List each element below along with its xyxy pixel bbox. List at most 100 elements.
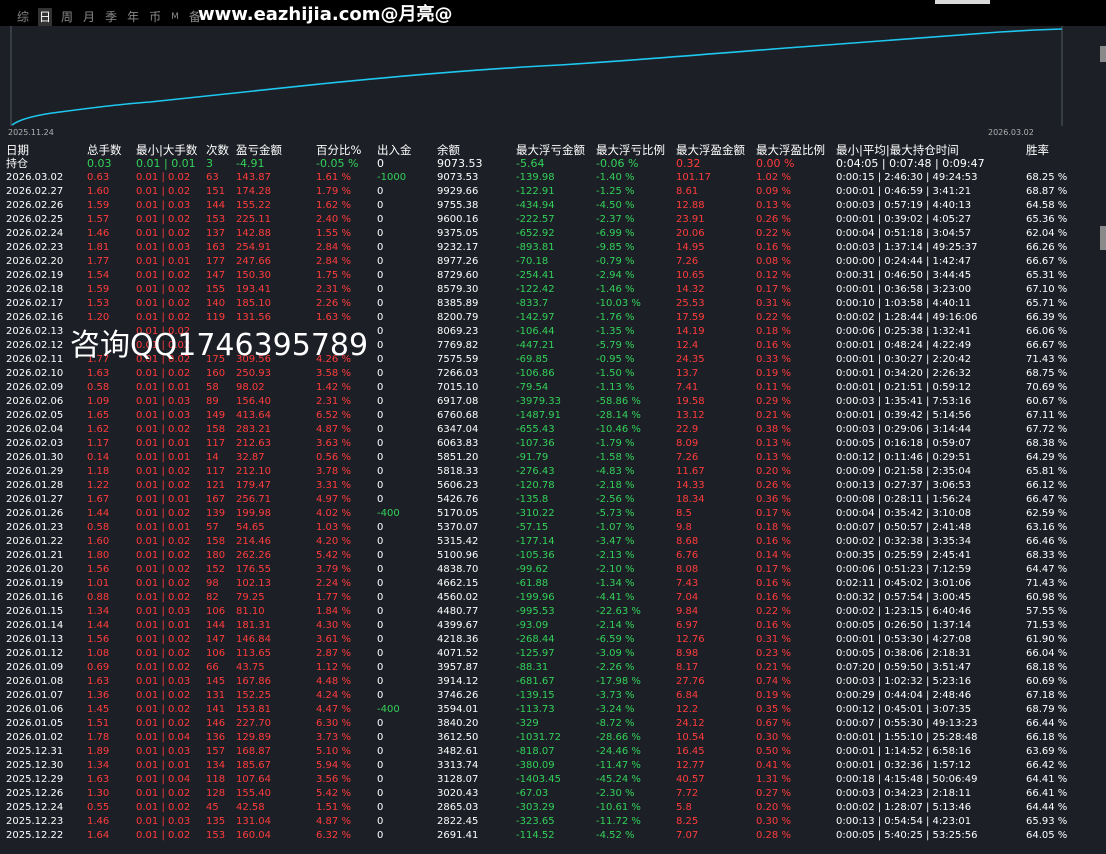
table-row[interactable]: 2026.01.14 1.44 0.01 | 0.01 144 181.31 4.30 %… — [0, 619, 1100, 633]
table-row[interactable]: 2026.01.15 1.34 0.01 | 0.03 106 81.10 1.84 % 0… — [0, 605, 1100, 619]
table-row[interactable]: 2026.01.05 1.51 0.01 | 0.02 146 227.70 6.30 %… — [0, 717, 1100, 731]
cell-min-max-lots: 0.01 | 0.01 — [136, 620, 191, 631]
period-tab[interactable]: M — [170, 8, 180, 26]
cell-min-max-lots: 0.01 | 0.02 — [136, 214, 191, 225]
table-row[interactable]: 2026.01.30 0.14 0.01 | 0.01 14 32.87 0.56 % 0 5… — [0, 451, 1100, 465]
cell-max-float-loss: -79.54 — [516, 382, 549, 393]
header-max-float-profit[interactable]: 最大浮盈金额 — [676, 143, 745, 157]
cell-date: 2026.01.22 — [6, 536, 64, 547]
table-row[interactable]: 2026.01.27 1.67 0.01 | 0.01 167 256.71 4.97 %… — [0, 493, 1100, 507]
table-row[interactable]: 2026.01.20 1.56 0.01 | 0.02 152 176.55 3.79 %… — [0, 563, 1100, 577]
cell-profit-loss: 185.67 — [236, 760, 271, 771]
cell-max-float-profit: 14.33 — [676, 480, 705, 491]
cell-max-float-profit-pct: 0.16 % — [756, 578, 791, 589]
cell-total-lots: 1.63 — [87, 774, 110, 785]
cell-deposit-withdraw: 0 — [377, 620, 384, 631]
table-row[interactable]: 2026.01.26 1.44 0.01 | 0.02 139 199.98 4.02 %… — [0, 507, 1100, 521]
table-row[interactable]: 2026.01.16 0.88 0.01 | 0.02 82 79.25 1.77 % 0 4… — [0, 591, 1100, 605]
cell-deposit-withdraw: 0 — [377, 214, 384, 225]
table-row[interactable]: 2025.12.22 1.64 0.01 | 0.02 153 160.04 6.32 %… — [0, 829, 1100, 843]
cell-max-float-loss: -3979.33 — [516, 396, 561, 407]
period-tab[interactable]: 年 — [126, 8, 140, 26]
table-row[interactable]: 2026.02.10 1.63 0.01 | 0.02 160 250.93 3.58 %… — [0, 367, 1100, 381]
cell-max-float-loss-pct: -1.46 % — [596, 284, 635, 295]
cell-count: 177 — [206, 256, 226, 267]
header-date[interactable]: 日期 — [6, 143, 29, 157]
table-row[interactable]: 2025.12.29 1.63 0.01 | 0.04 118 107.64 3.56 %… — [0, 773, 1100, 787]
holding-balance: 9073.53 — [437, 157, 483, 170]
table-row[interactable]: 2026.01.19 1.01 0.01 | 0.02 98 102.13 2.24 % 0… — [0, 577, 1100, 591]
cell-date: 2026.02.20 — [6, 256, 64, 267]
table-row[interactable]: 2026.02.26 1.59 0.01 | 0.03 144 155.22 1.62 %… — [0, 199, 1100, 213]
period-tab[interactable]: 季 — [104, 8, 118, 26]
cell-hold-time: 0:02:11 | 0:45:02 | 3:01:06 — [836, 578, 972, 589]
table-row[interactable]: 2026.02.27 1.60 0.01 | 0.02 151 174.28 1.79 %… — [0, 185, 1100, 199]
header-max-float-loss-pct[interactable]: 最大浮亏比例 — [596, 143, 665, 157]
period-tab[interactable]: 币 — [148, 8, 162, 26]
header-balance[interactable]: 余额 — [437, 143, 460, 157]
header-hold-time[interactable]: 最小|平均|最大持仓时间 — [836, 143, 959, 157]
table-row[interactable]: 2026.01.28 1.22 0.01 | 0.02 121 179.47 3.31 %… — [0, 479, 1100, 493]
table-row[interactable]: 2026.02.18 1.59 0.01 | 0.02 155 193.41 2.31 %… — [0, 283, 1100, 297]
table-row[interactable]: 2026.01.06 1.45 0.01 | 0.02 141 153.81 4.47 %… — [0, 703, 1100, 717]
cell-count: 137 — [206, 228, 226, 239]
table-row[interactable]: 2026.01.29 1.18 0.01 | 0.02 117 212.10 3.78 %… — [0, 465, 1100, 479]
table-row[interactable]: 2026.02.03 1.17 0.01 | 0.01 117 212.63 3.63 %… — [0, 437, 1100, 451]
cell-hold-time: 0:00:01 | 0:39:42 | 5:14:56 — [836, 410, 972, 421]
cell-max-float-profit: 14.95 — [676, 242, 705, 253]
table-row[interactable]: 2026.02.06 1.09 0.01 | 0.03 89 156.40 2.31 % 0… — [0, 395, 1100, 409]
cell-total-lots: 1.89 — [87, 746, 110, 757]
header-max-float-loss[interactable]: 最大浮亏金额 — [516, 143, 585, 157]
cell-max-float-profit: 8.68 — [676, 536, 699, 547]
header-total-lots[interactable]: 总手数 — [87, 143, 122, 157]
table-row[interactable]: 2026.01.23 0.58 0.01 | 0.01 57 54.65 1.03 % 0 5… — [0, 521, 1100, 535]
header-percent[interactable]: 百分比% — [316, 143, 361, 157]
period-tab[interactable]: 综 — [16, 8, 30, 26]
header-win-rate[interactable]: 胜率 — [1026, 143, 1049, 157]
cell-max-float-profit: 40.57 — [676, 774, 705, 785]
cell-max-float-profit: 7.07 — [676, 830, 699, 841]
header-deposit-withdraw[interactable]: 出入金 — [377, 143, 412, 157]
header-profit-loss[interactable]: 盈亏金额 — [236, 143, 282, 157]
table-row[interactable]: 2026.01.09 0.69 0.01 | 0.02 66 43.75 1.12 % 0 3… — [0, 661, 1100, 675]
table-row[interactable]: 2026.01.22 1.60 0.01 | 0.02 158 214.46 4.20 %… — [0, 535, 1100, 549]
table-row[interactable]: 2026.02.19 1.54 0.01 | 0.02 147 150.30 1.75 %… — [0, 269, 1100, 283]
header-max-float-profit-pct[interactable]: 最大浮盈比例 — [756, 143, 825, 157]
table-row[interactable]: 2026.01.02 1.78 0.01 | 0.04 136 129.89 3.73 %… — [0, 731, 1100, 745]
cell-total-lots: 1.46 — [87, 228, 110, 239]
period-tab[interactable]: 周 — [60, 8, 74, 26]
cell-max-float-profit: 27.76 — [676, 676, 705, 687]
header-count[interactable]: 次数 — [206, 143, 229, 157]
cell-total-lots: 0.88 — [87, 592, 110, 603]
table-row[interactable]: 2026.02.20 1.77 0.01 | 0.01 177 247.66 2.84 %… — [0, 255, 1100, 269]
table-row[interactable]: 2026.02.05 1.65 0.01 | 0.03 149 413.64 6.52 %… — [0, 409, 1100, 423]
holding-row[interactable]: 持仓 0.03 0.01 | 0.01 3 -4.91 -0.05 % 0 90… — [0, 157, 1100, 171]
table-row[interactable]: 2025.12.31 1.89 0.01 | 0.03 157 168.87 5.10 %… — [0, 745, 1100, 759]
table-row[interactable]: 2026.02.09 0.58 0.01 | 0.01 58 98.02 1.42 % 0 7… — [0, 381, 1100, 395]
header-min-max-lots[interactable]: 最小|大手数 — [136, 143, 197, 157]
holding-io: 0 — [377, 157, 384, 170]
period-tab[interactable]: 日 — [38, 8, 53, 26]
table-row[interactable]: 2026.02.24 1.46 0.01 | 0.02 137 142.88 1.55 %… — [0, 227, 1100, 241]
table-row[interactable]: 2026.02.25 1.57 0.01 | 0.02 153 225.11 2.40 %… — [0, 213, 1100, 227]
table-row[interactable]: 2025.12.26 1.30 0.01 | 0.02 128 155.40 5.42 %… — [0, 787, 1100, 801]
table-row[interactable]: 2025.12.30 1.34 0.01 | 0.01 134 185.67 5.94 %… — [0, 759, 1100, 773]
period-tab[interactable]: 月 — [82, 8, 96, 26]
table-row[interactable]: 2026.02.04 1.62 0.01 | 0.02 158 283.21 4.87 %… — [0, 423, 1100, 437]
table-row[interactable]: 2026.01.08 1.63 0.01 | 0.03 145 167.86 4.48 %… — [0, 675, 1100, 689]
table-row[interactable]: 2026.03.02 0.63 0.01 | 0.02 63 143.87 1.61 % -… — [0, 171, 1100, 185]
table-row[interactable]: 2025.12.23 1.46 0.01 | 0.03 135 131.04 4.87 %… — [0, 815, 1100, 829]
table-row[interactable]: 2026.01.13 1.56 0.01 | 0.02 147 146.84 3.61 %… — [0, 633, 1100, 647]
table-row[interactable]: 2026.01.07 1.36 0.01 | 0.02 131 152.25 4.24 %… — [0, 689, 1100, 703]
side-scrollbar[interactable] — [1100, 26, 1106, 854]
cell-total-lots: 1.62 — [87, 424, 110, 435]
cell-hold-time: 0:00:02 | 1:23:15 | 6:40:46 — [836, 606, 972, 617]
cell-max-float-loss-pct: -1.79 % — [596, 438, 635, 449]
cell-hold-time: 0:00:18 | 4:15:48 | 50:06:49 — [836, 774, 978, 785]
table-row[interactable]: 2026.01.12 1.08 0.01 | 0.02 106 113.65 2.87 %… — [0, 647, 1100, 661]
table-row[interactable]: 2026.02.23 1.81 0.01 | 0.03 163 254.91 2.84 %… — [0, 241, 1100, 255]
cell-min-max-lots: 0.01 | 0.02 — [136, 466, 191, 477]
table-row[interactable]: 2026.02.17 1.53 0.01 | 0.02 140 185.10 2.26 %… — [0, 297, 1100, 311]
table-row[interactable]: 2025.12.24 0.55 0.01 | 0.02 45 42.58 1.51 % 0 2… — [0, 801, 1100, 815]
table-row[interactable]: 2026.01.21 1.80 0.01 | 0.02 180 262.26 5.42 %… — [0, 549, 1100, 563]
